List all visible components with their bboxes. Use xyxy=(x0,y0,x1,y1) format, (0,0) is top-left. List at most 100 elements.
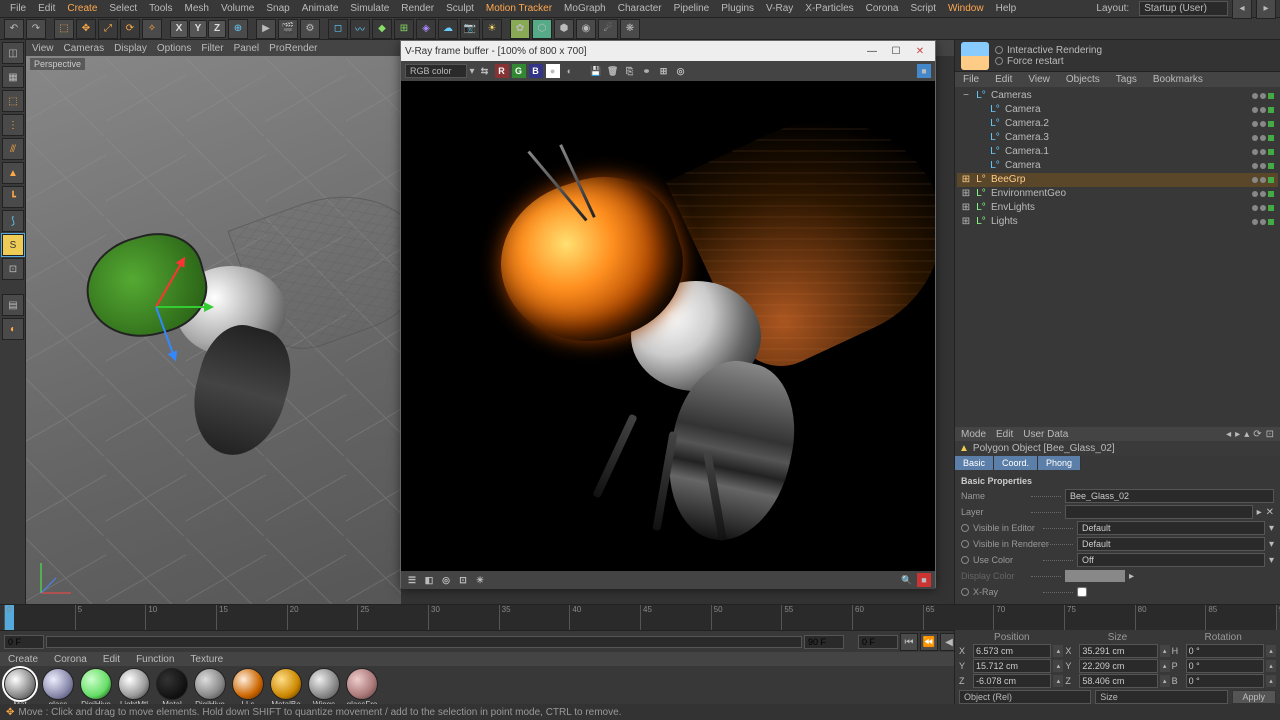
pos-y-input[interactable] xyxy=(973,659,1051,673)
enable-toggle[interactable] xyxy=(1268,163,1274,169)
vis-render-dot[interactable] xyxy=(1260,177,1266,183)
material-glass[interactable]: glass xyxy=(40,668,76,709)
alpha-channel-button[interactable]: ◐ xyxy=(563,64,577,78)
vfb-lens-icon[interactable]: ◎ xyxy=(439,573,453,587)
menu-v-ray[interactable]: V-Ray xyxy=(760,3,799,14)
r-channel-button[interactable]: R xyxy=(495,64,509,78)
mat-tab-create[interactable]: Create xyxy=(0,654,46,665)
workplane-icon[interactable]: ⬚ xyxy=(2,90,24,112)
environment-icon[interactable]: ☁ xyxy=(438,19,458,39)
menu-mograph[interactable]: MoGraph xyxy=(558,3,612,14)
enable-toggle[interactable] xyxy=(1268,93,1274,99)
g-channel-button[interactable]: G xyxy=(512,64,526,78)
vis-render-dot[interactable] xyxy=(1260,93,1266,99)
layer-picker-icon[interactable]: ▸ xyxy=(1257,507,1262,518)
rotate-tool-icon[interactable]: ⟳ xyxy=(120,19,140,39)
render-pv-icon[interactable]: 🎬 xyxy=(278,19,298,39)
attr-mode-tab[interactable]: Mode xyxy=(961,429,986,440)
size-mode-dropdown[interactable]: Size xyxy=(1095,690,1227,704)
vp-menu-panel[interactable]: Panel xyxy=(234,43,260,54)
tree-item-beegrp[interactable]: ⊞L°BeeGrp xyxy=(957,173,1278,187)
material-mat[interactable]: Mat xyxy=(2,668,38,709)
vfb-color-icon[interactable]: ■ xyxy=(917,573,931,587)
xray-anim-icon[interactable] xyxy=(961,588,969,596)
tree-item-camera-2[interactable]: L°Camera.2 xyxy=(957,117,1278,131)
material-wings[interactable]: Wings xyxy=(306,668,342,709)
tree-item-envlights[interactable]: ⊞L°EnvLights xyxy=(957,201,1278,215)
vfb-cc-icon[interactable]: ☀ xyxy=(473,573,487,587)
vfb-ab-icon[interactable]: ◧ xyxy=(422,573,436,587)
object-tree[interactable]: −L°CamerasL°CameraL°Camera.2L°Camera.3L°… xyxy=(955,87,1280,427)
last-tool-icon[interactable]: ✧ xyxy=(142,19,162,39)
axis-y-button[interactable]: Y xyxy=(189,20,207,38)
menu-plugins[interactable]: Plugins xyxy=(715,3,760,14)
snap-icon[interactable]: S xyxy=(2,234,24,256)
material-lls[interactable]: LLs xyxy=(230,668,266,709)
stop-render-icon[interactable]: ⏹ xyxy=(917,64,931,78)
vis-editor-dot[interactable] xyxy=(1252,149,1258,155)
usecolor-dropdown[interactable] xyxy=(1077,553,1265,567)
attr-edit-tab[interactable]: Edit xyxy=(996,429,1013,440)
attr-new-icon[interactable]: ⊡ xyxy=(1266,429,1274,440)
render-output[interactable] xyxy=(401,81,935,571)
color-picker-icon[interactable]: ▸ xyxy=(1129,571,1134,582)
spinner-icon[interactable]: ▴ xyxy=(1266,645,1276,657)
live-select-icon[interactable]: ⬚ xyxy=(54,19,74,39)
plugin1-icon[interactable]: ✿ xyxy=(510,19,530,39)
enable-toggle[interactable] xyxy=(1268,107,1274,113)
vp-menu-prorender[interactable]: ProRender xyxy=(269,43,317,54)
swap-channel-icon[interactable]: ⇆ xyxy=(478,64,492,78)
coord-system-icon[interactable]: ⊕ xyxy=(228,19,248,39)
vp-menu-display[interactable]: Display xyxy=(114,43,147,54)
dispcolor-swatch[interactable] xyxy=(1065,570,1125,582)
mat-tab-corona[interactable]: Corona xyxy=(46,654,95,665)
expand-icon[interactable]: ⊞ xyxy=(961,216,971,227)
timeline-ruler[interactable]: 051015202530354045505560657075808590 xyxy=(4,605,1276,630)
vfb-pixel-icon[interactable]: 🔍 xyxy=(900,573,914,587)
menu-motion-tracker[interactable]: Motion Tracker xyxy=(480,3,558,14)
layout-dropdown[interactable]: Startup (User) xyxy=(1139,1,1228,16)
menu-create[interactable]: Create xyxy=(61,3,103,14)
obj-tab-objects[interactable]: Objects xyxy=(1058,74,1108,85)
vis-editor-dropdown[interactable] xyxy=(1077,521,1265,535)
pos-z-input[interactable] xyxy=(973,674,1051,688)
obj-tab-view[interactable]: View xyxy=(1020,74,1058,85)
material-digihive[interactable]: DigiHive xyxy=(192,668,228,709)
basic-tab[interactable]: Basic xyxy=(955,456,994,470)
mat-tab-edit[interactable]: Edit xyxy=(95,654,128,665)
size-y-input[interactable] xyxy=(1079,659,1157,673)
usecolor-anim-icon[interactable] xyxy=(961,556,969,564)
b-channel-button[interactable]: B xyxy=(529,64,543,78)
material-glassfro[interactable]: glassFro xyxy=(344,668,380,709)
channel-dropdown[interactable]: RGB color xyxy=(405,64,467,78)
spinner-icon[interactable]: ▴ xyxy=(1053,660,1063,672)
spinner-icon[interactable]: ▴ xyxy=(1266,660,1276,672)
menu-sculpt[interactable]: Sculpt xyxy=(440,3,480,14)
texture-mode-icon[interactable]: ▦ xyxy=(2,66,24,88)
end-frame-input[interactable] xyxy=(804,635,844,649)
menu-character[interactable]: Character xyxy=(612,3,668,14)
layer-clear-icon[interactable]: ✕ xyxy=(1266,507,1274,518)
ir-radio-icon[interactable] xyxy=(995,46,1003,54)
menu-tools[interactable]: Tools xyxy=(143,3,178,14)
enable-toggle[interactable] xyxy=(1268,149,1274,155)
vp-menu-view[interactable]: View xyxy=(32,43,54,54)
maximize-icon[interactable]: ☐ xyxy=(885,44,907,58)
size-z-input[interactable] xyxy=(1079,674,1157,688)
material-metal[interactable]: Metal xyxy=(154,668,190,709)
obj-tab-edit[interactable]: Edit xyxy=(987,74,1020,85)
size-x-input[interactable] xyxy=(1079,644,1157,658)
vis-editor-dot[interactable] xyxy=(1252,177,1258,183)
vis-render-dot[interactable] xyxy=(1260,205,1266,211)
enable-toggle[interactable] xyxy=(1268,191,1274,197)
plugin4-icon[interactable]: ◉ xyxy=(576,19,596,39)
render-settings-icon[interactable]: ⚙ xyxy=(300,19,320,39)
rot-h-input[interactable] xyxy=(1186,644,1264,658)
tree-item-camera[interactable]: L°Camera xyxy=(957,159,1278,173)
vis-editor-dot[interactable] xyxy=(1252,191,1258,197)
vray-frame-buffer-window[interactable]: V-Ray frame buffer - [100% of 800 x 700]… xyxy=(400,40,936,588)
menu-window[interactable]: Window xyxy=(942,3,990,14)
track-icon[interactable]: ◎ xyxy=(674,64,688,78)
attr-lock-icon[interactable]: ⟳ xyxy=(1253,429,1261,440)
vis-editor-anim-icon[interactable] xyxy=(961,524,969,532)
